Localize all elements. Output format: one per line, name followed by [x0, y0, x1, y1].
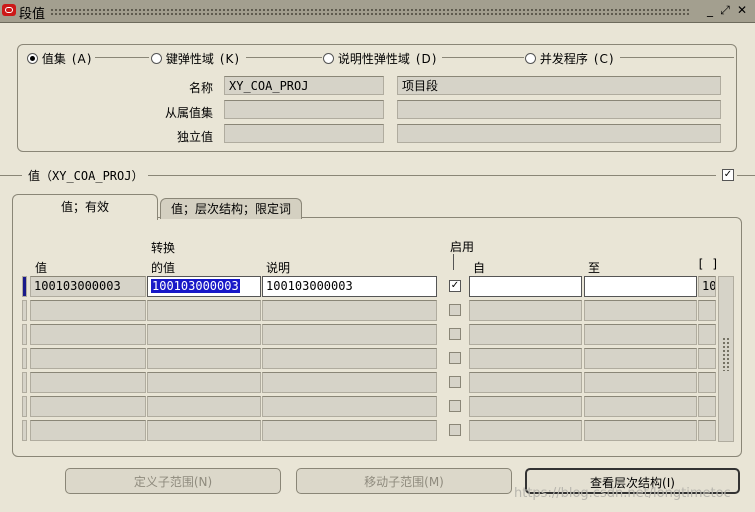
to-date-cell[interactable]: [584, 420, 697, 441]
section-checkbox[interactable]: ✓: [722, 169, 734, 181]
column-header-value: 值: [35, 261, 48, 275]
extra-cell[interactable]: 10: [698, 276, 716, 297]
extra-cell[interactable]: [698, 396, 716, 417]
name-field[interactable]: XY_COA_PROJ: [224, 76, 384, 95]
independent-label: 独立值: [176, 130, 213, 144]
translated-value-cell[interactable]: [147, 300, 261, 321]
translated-value-cell[interactable]: [147, 396, 261, 417]
description-cell[interactable]: [262, 300, 437, 321]
extra-cell[interactable]: [698, 300, 716, 321]
close-icon[interactable]: ✕: [735, 3, 749, 17]
scroll-grip[interactable]: [722, 337, 730, 371]
column-header-description: 说明: [266, 261, 291, 275]
description-cell[interactable]: [262, 420, 437, 441]
row-indicator[interactable]: [22, 348, 27, 369]
enabled-checkbox[interactable]: [449, 328, 461, 340]
enabled-checkbox[interactable]: ✓: [449, 280, 461, 292]
value-cell[interactable]: [30, 300, 146, 321]
row-indicator[interactable]: [22, 420, 27, 441]
to-date-cell[interactable]: [584, 396, 697, 417]
extra-cell[interactable]: [698, 420, 716, 441]
from-date-cell[interactable]: [469, 276, 582, 297]
define-subrange-button[interactable]: 定义子范围(N): [65, 468, 281, 494]
minimize-icon[interactable]: _: [703, 3, 717, 17]
extra-cell[interactable]: [698, 348, 716, 369]
watermark: https://blog.csdn.net/longtimetoc: [514, 486, 731, 501]
description-cell[interactable]: [262, 324, 437, 345]
translated-value-cell[interactable]: [147, 324, 261, 345]
radio-icon: [525, 53, 536, 64]
value-cell[interactable]: [30, 348, 146, 369]
description-cell[interactable]: [262, 396, 437, 417]
to-date-cell[interactable]: [584, 300, 697, 321]
from-date-cell[interactable]: [469, 348, 582, 369]
value-cell[interactable]: [30, 324, 146, 345]
radio-key-flexfield[interactable]: 键弹性域 (K): [151, 50, 240, 66]
row-indicator[interactable]: [22, 396, 27, 417]
radio-descriptive-flexfield[interactable]: 说明性弹性域 (D): [323, 50, 437, 66]
translated-value-cell[interactable]: [147, 372, 261, 393]
from-date-cell[interactable]: [469, 396, 582, 417]
from-date-cell[interactable]: [469, 420, 582, 441]
name-description-field[interactable]: 项目段: [397, 76, 721, 95]
value-cell[interactable]: 100103000003: [30, 276, 146, 297]
maximize-icon[interactable]: ⤢: [718, 3, 732, 17]
radio-icon: [151, 53, 162, 64]
column-header-translated-2: 的值: [151, 261, 176, 275]
radio-icon: [323, 53, 334, 64]
title-bar-grip[interactable]: [50, 8, 690, 15]
tab-values-hierarchy[interactable]: 值；层次结构；限定词: [160, 198, 302, 219]
enabled-checkbox[interactable]: [449, 376, 461, 388]
row-indicator[interactable]: [22, 324, 27, 345]
section-title: 值（XY_COA_PROJ）: [28, 169, 144, 183]
row-indicator[interactable]: [22, 372, 27, 393]
description-cell[interactable]: [262, 348, 437, 369]
description-cell[interactable]: [262, 372, 437, 393]
enabled-checkbox[interactable]: [449, 400, 461, 412]
row-indicator[interactable]: [22, 300, 27, 321]
independent-description-field[interactable]: [397, 124, 721, 143]
to-date-cell[interactable]: [584, 372, 697, 393]
to-date-cell[interactable]: [584, 324, 697, 345]
radio-concurrent-program[interactable]: 并发程序 (C): [525, 50, 615, 66]
description-cell[interactable]: 100103000003: [262, 276, 437, 297]
translated-value-cell[interactable]: [147, 420, 261, 441]
enabled-checkbox[interactable]: [449, 352, 461, 364]
column-header-to: 至: [588, 261, 601, 275]
title-bar: 段值 _ ⤢ ✕: [0, 0, 755, 23]
radio-selected-icon: [27, 53, 38, 64]
name-label: 名称: [188, 81, 213, 95]
from-date-cell[interactable]: [469, 372, 582, 393]
value-cell[interactable]: [30, 396, 146, 417]
from-date-cell[interactable]: [469, 300, 582, 321]
extra-cell[interactable]: [698, 324, 716, 345]
independent-field[interactable]: [224, 124, 384, 143]
extra-cell[interactable]: [698, 372, 716, 393]
to-date-cell[interactable]: [584, 276, 697, 297]
vertical-scrollbar[interactable]: [718, 276, 734, 442]
dependent-field[interactable]: [224, 100, 384, 119]
column-header-extra: [ ]: [697, 257, 719, 271]
to-date-cell[interactable]: [584, 348, 697, 369]
from-date-cell[interactable]: [469, 324, 582, 345]
value-cell[interactable]: [30, 420, 146, 441]
enabled-checkbox[interactable]: [449, 304, 461, 316]
translated-value-cell[interactable]: [147, 348, 261, 369]
value-cell[interactable]: [30, 372, 146, 393]
enabled-checkbox[interactable]: [449, 424, 461, 436]
oracle-logo-icon: [2, 4, 16, 16]
translated-value-cell[interactable]: 100103000003: [147, 276, 261, 297]
move-subrange-button[interactable]: 移动子范围(M): [296, 468, 512, 494]
window-title: 段值: [19, 7, 46, 22]
dependent-description-field[interactable]: [397, 100, 721, 119]
column-header-enabled: 启用: [450, 240, 475, 254]
dependent-label: 从属值集: [164, 106, 213, 120]
translated-value-text: 100103000003: [151, 279, 240, 293]
column-header-translated-1: 转换: [151, 241, 176, 255]
tab-values-effective[interactable]: 值；有效: [12, 194, 158, 220]
radio-value-set[interactable]: 值集 (A): [27, 50, 92, 66]
column-header-from: 自: [473, 261, 486, 275]
row-indicator[interactable]: [22, 276, 27, 297]
